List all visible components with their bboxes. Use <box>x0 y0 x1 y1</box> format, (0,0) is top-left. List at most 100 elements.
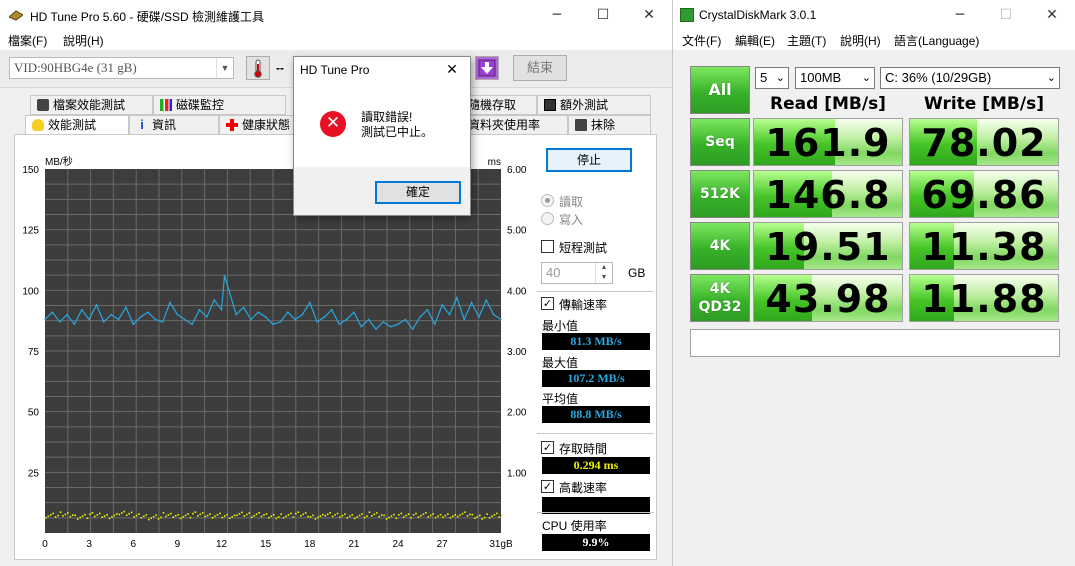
burst-rate-checkbox[interactable]: ✓ <box>541 480 554 493</box>
cdm-menu-file[interactable]: 文件(F) <box>682 32 721 49</box>
access-time-point <box>341 514 344 517</box>
access-time-point <box>106 513 108 516</box>
short-test-size-input[interactable]: 40 ▲ ▼ <box>541 262 613 284</box>
temperature-button[interactable] <box>246 56 270 80</box>
chevron-down-icon: ⌄ <box>775 71 785 84</box>
access-time-point <box>177 513 179 516</box>
close-button[interactable]: ✕ <box>626 0 672 30</box>
short-test-label: 短程測試 <box>559 241 608 255</box>
transfer-rate-point <box>110 313 112 316</box>
cdm-menu-edit[interactable]: 編輯(E) <box>735 32 775 49</box>
cdm-titlebar: CrystalDiskMark 3.0.1 ─ ☐ ✕ <box>673 0 1075 30</box>
y-right-tick-label: 5.00 <box>507 226 527 237</box>
result-value: 11.88 <box>921 277 1047 321</box>
seq-button[interactable]: Seq <box>690 118 750 166</box>
access-time-point <box>461 512 464 515</box>
drive-select[interactable]: VID:90HBG4e (31 gB) ▼ <box>9 57 234 79</box>
access-time-point <box>79 516 81 519</box>
access-time-point <box>295 512 297 515</box>
exit-button[interactable]: 結束 <box>513 55 567 81</box>
access-time-point <box>201 512 204 514</box>
chevron-down-icon: ⌄ <box>861 71 871 84</box>
access-time-point <box>451 515 454 518</box>
x-tick-label: 15 <box>260 539 272 550</box>
transfer-rate-point <box>147 311 149 313</box>
tab-benchmark[interactable]: 效能測試 <box>25 115 129 135</box>
tab-erase[interactable]: 抹除 <box>568 115 651 135</box>
transfer-rate-point <box>404 318 407 321</box>
min-label: 最小值 <box>542 319 579 333</box>
save-button[interactable] <box>475 56 499 80</box>
cdm-menu-help[interactable]: 說明(H) <box>840 32 881 49</box>
512k-button[interactable]: 512K <box>690 170 750 218</box>
y-left-tick-label: 125 <box>22 226 39 237</box>
dialog-close-button[interactable]: ✕ <box>438 58 466 82</box>
write-header: Write [MB/s] <box>924 94 1044 114</box>
all-button[interactable]: All <box>690 66 750 114</box>
cdm-maximize-button[interactable]: ☐ <box>983 0 1029 30</box>
tab-health[interactable]: 健康狀態 <box>219 115 294 135</box>
access-time-point <box>432 513 434 515</box>
access-time-point <box>474 517 476 520</box>
access-time-point <box>206 514 209 517</box>
access-time-point <box>157 518 160 520</box>
access-time-point <box>170 512 172 515</box>
minimize-button[interactable]: ─ <box>534 0 580 30</box>
access-time-point <box>329 512 331 514</box>
access-time-point <box>319 515 322 517</box>
size-select[interactable]: 100MB ⌄ <box>795 67 875 89</box>
4k-button[interactable]: 4K <box>690 222 750 270</box>
chevron-down-icon: ⌄ <box>1046 71 1056 84</box>
runs-select[interactable]: 5 ⌄ <box>755 67 789 89</box>
access-time-point <box>304 512 307 514</box>
spinner-icon[interactable]: ▲ ▼ <box>595 263 612 283</box>
menu-file[interactable]: 檔案(F) <box>8 32 47 49</box>
tab-file-benchmark[interactable]: 檔案效能測試 <box>30 95 153 115</box>
access-time-point <box>496 512 498 515</box>
dialog-ok-button[interactable]: 確定 <box>375 181 461 204</box>
access-time-point <box>312 514 314 517</box>
transfer-rate-point <box>257 311 260 313</box>
access-time-point <box>481 518 483 520</box>
access-time-point <box>246 513 248 516</box>
access-time-point <box>59 511 62 514</box>
transfer-rate-checkbox[interactable]: ✓ <box>541 297 554 310</box>
write-radio[interactable] <box>541 212 554 225</box>
access-time-point <box>478 514 481 517</box>
transfer-rate-point <box>228 289 230 292</box>
read-radio[interactable] <box>541 194 554 207</box>
cdm-menu-theme[interactable]: 主題(T) <box>787 32 826 49</box>
stop-button[interactable]: 停止 <box>546 148 632 172</box>
access-time-point <box>248 512 251 514</box>
error-dialog: HD Tune Pro ✕ ✕ 讀取錯誤! 測試已中止。 確定 <box>293 56 471 216</box>
access-time-point <box>388 516 390 519</box>
dialog-title: HD Tune Pro <box>300 63 370 77</box>
access-time-point <box>437 515 439 518</box>
y-right-tick-label: 4.00 <box>507 286 527 297</box>
transfer-rate-point <box>411 328 414 330</box>
access-time-point <box>231 516 233 518</box>
tab-info[interactable]: i 資訊 <box>129 115 219 135</box>
cdm-menu-language[interactable]: 語言(Language) <box>894 32 979 49</box>
transfer-rate-point <box>103 321 105 323</box>
tab-disk-monitor[interactable]: 磁碟監控 <box>153 95 286 115</box>
cdm-close-button[interactable]: ✕ <box>1029 0 1075 30</box>
access-time-checkbox[interactable]: ✓ <box>541 441 554 454</box>
512k-read-result: 146.8 <box>753 170 903 218</box>
maximize-button[interactable]: ☐ <box>580 0 626 30</box>
drive-target-select[interactable]: C: 36% (10/29GB) ⌄ <box>880 67 1060 89</box>
short-test-checkbox[interactable] <box>541 240 554 253</box>
tab-extra-tests[interactable]: 額外測試 <box>537 95 651 115</box>
menu-help[interactable]: 說明(H) <box>63 32 104 49</box>
access-time-point <box>236 514 238 517</box>
tab-label: 效能測試 <box>48 118 97 132</box>
4k-qd32-button[interactable]: 4K QD32 <box>690 274 750 322</box>
access-time-point <box>373 513 376 516</box>
access-time-point <box>253 514 255 517</box>
access-time-point <box>322 513 324 516</box>
transfer-rate-point <box>301 313 304 316</box>
cdm-minimize-button[interactable]: ─ <box>937 0 983 30</box>
tab-label: 抹除 <box>591 118 616 132</box>
drive-select-value: VID:90HBG4e (31 gB) <box>14 60 137 75</box>
comment-input[interactable] <box>690 329 1060 357</box>
